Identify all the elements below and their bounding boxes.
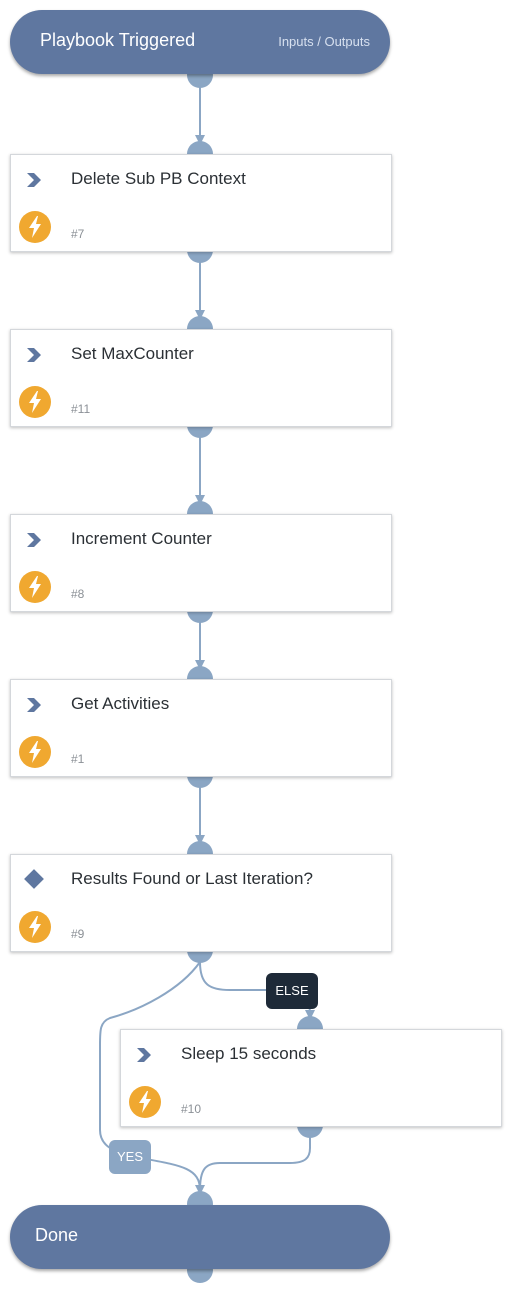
lightning-icon: [19, 386, 51, 418]
yes-branch-badge[interactable]: YES: [109, 1140, 151, 1174]
inputs-outputs-link[interactable]: Inputs / Outputs: [278, 34, 370, 49]
task-title: Results Found or Last Iteration?: [71, 869, 313, 888]
task-set-maxcounter[interactable]: Set MaxCounter #11: [10, 329, 392, 427]
start-node-title: Playbook Triggered: [40, 30, 196, 50]
lightning-icon: [19, 211, 51, 243]
start-node[interactable]: Playbook Triggered Inputs / Outputs: [10, 10, 390, 74]
task-increment-counter[interactable]: Increment Counter #8: [10, 514, 392, 612]
lightning-icon: [129, 1086, 161, 1118]
connector-10-to-done: [199, 1137, 311, 1191]
task-get-activities[interactable]: Get Activities #1: [10, 679, 392, 777]
task-id: #1: [71, 752, 85, 766]
task-title: Delete Sub PB Context: [71, 169, 246, 188]
task-delete-sub-pb-context[interactable]: Delete Sub PB Context #7: [10, 154, 392, 252]
task-results-found-condition[interactable]: Results Found or Last Iteration? #9: [10, 854, 392, 952]
chevron-right-icon: [25, 347, 43, 363]
task-id: #7: [71, 227, 85, 241]
task-id: #9: [71, 927, 85, 941]
task-id: #11: [71, 402, 91, 416]
task-title: Set MaxCounter: [71, 344, 194, 363]
task-id: #8: [71, 587, 85, 601]
chevron-right-icon: [25, 532, 43, 548]
done-node[interactable]: Done: [10, 1205, 390, 1269]
task-sleep-15-seconds[interactable]: Sleep 15 seconds #10: [120, 1029, 502, 1127]
chevron-right-icon: [135, 1047, 153, 1063]
lightning-icon: [19, 571, 51, 603]
task-title: Get Activities: [71, 694, 170, 713]
lightning-icon: [19, 911, 51, 943]
chevron-right-icon: [25, 172, 43, 188]
done-node-title: Done: [35, 1225, 79, 1245]
lightning-icon: [19, 736, 51, 768]
task-title: Increment Counter: [71, 529, 212, 548]
else-branch-badge[interactable]: ELSE: [266, 973, 318, 1009]
diamond-icon: [24, 869, 44, 889]
task-title: Sleep 15 seconds: [181, 1044, 317, 1063]
task-id: #10: [181, 1102, 202, 1116]
chevron-right-icon: [25, 697, 43, 713]
